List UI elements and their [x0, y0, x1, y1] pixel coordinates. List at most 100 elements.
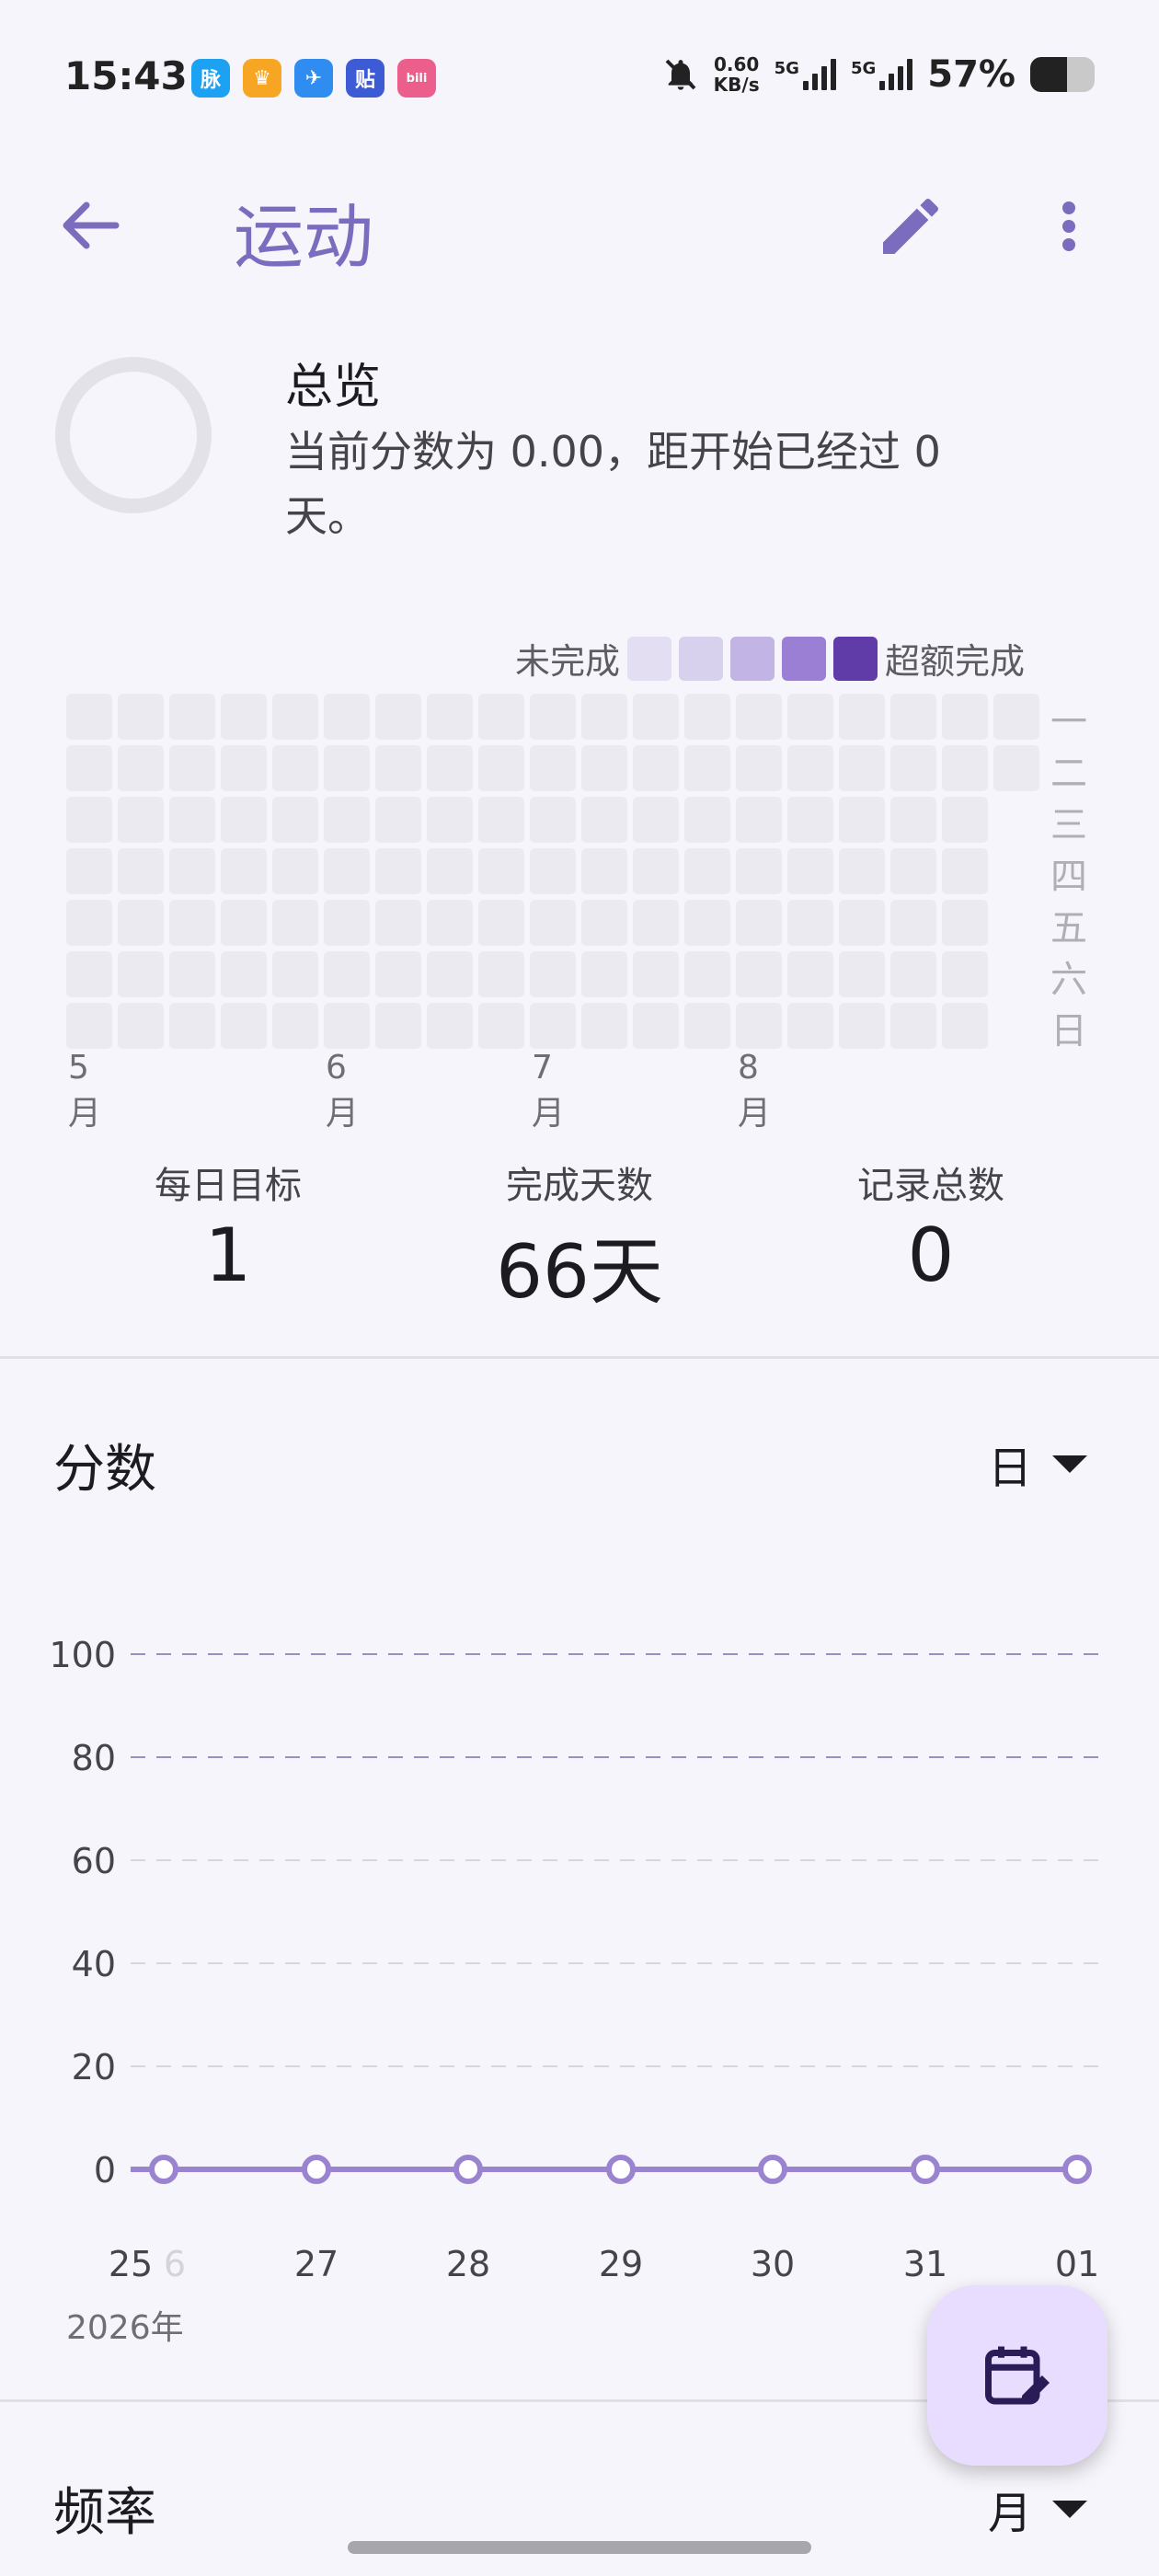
crown-app-icon: ♛	[243, 59, 281, 98]
heatmap-legend: 未完成 超额完成	[515, 633, 1025, 684]
heatmap-cell	[427, 797, 473, 843]
heatmap-cell	[736, 848, 782, 894]
heatmap-cell	[375, 797, 421, 843]
x-tick-label: 30	[751, 2244, 795, 2284]
y-tick-label: 0	[94, 2150, 116, 2191]
battery-icon	[1030, 57, 1095, 92]
notification-app-icons: 脉 ♛ ✈ 贴 bili	[191, 59, 436, 98]
heatmap-cell	[787, 1003, 833, 1049]
heatmap-cell	[633, 900, 679, 946]
heatmap-cell	[581, 745, 627, 791]
y-tick-label: 80	[72, 1738, 116, 1778]
heatmap-cell	[839, 694, 885, 740]
data-point	[1062, 2155, 1092, 2184]
month-label: 7月	[532, 1049, 566, 1133]
heatmap-cell	[581, 694, 627, 740]
page-title: 运动	[234, 196, 373, 278]
heatmap-cell	[890, 694, 936, 740]
heatmap-cell	[478, 694, 524, 740]
heatmap-cell	[169, 1003, 215, 1049]
heatmap-cell	[942, 694, 988, 740]
heatmap-cell	[530, 848, 576, 894]
heatmap-cell	[169, 745, 215, 791]
heatmap-cell	[272, 900, 318, 946]
signal-2-label: 5G	[850, 59, 877, 78]
heatmap-cell	[581, 1003, 627, 1049]
signal-1: 5G	[775, 59, 836, 90]
legend-swatch-4	[782, 636, 827, 681]
stat-value: 66天	[496, 1229, 663, 1315]
data-point	[911, 2155, 940, 2184]
legend-swatch-1	[627, 636, 672, 681]
y-tick-label: 60	[72, 1841, 116, 1881]
calendar-edit-icon	[985, 2346, 1050, 2405]
heatmap-cell	[478, 900, 524, 946]
net-speed-unit: KB/s	[713, 74, 760, 96]
heatmap-cell	[942, 797, 988, 843]
frequency-period-dropdown[interactable]: 月	[988, 2477, 1087, 2541]
frequency-section-title: 频率	[53, 2483, 156, 2543]
heatmap-cell	[66, 951, 112, 997]
heatmap-cell	[736, 797, 782, 843]
heatmap-cell	[942, 1003, 988, 1049]
edit-button[interactable]	[874, 190, 947, 263]
heatmap-cell	[684, 848, 730, 894]
heatmap-cell	[839, 1003, 885, 1049]
score-section-title: 分数	[53, 1440, 156, 1500]
score-chart: 0 20 40 60 80 100 25 27 28 29 30 31 01 6 2026年	[49, 1635, 1107, 2347]
stat-item: 完成天数 66天	[405, 1156, 754, 1319]
heatmap-cell	[684, 745, 730, 791]
heatmap-cell	[684, 1003, 730, 1049]
heatmap-cell	[530, 1003, 576, 1049]
x-tick-label: 31	[903, 2244, 947, 2284]
back-button[interactable]	[55, 193, 129, 258]
weekday-label: 三	[1050, 804, 1087, 846]
heatmap-cell	[169, 951, 215, 997]
more-options-button[interactable]	[1039, 190, 1095, 263]
heatmap-cell	[427, 694, 473, 740]
more-vert-icon	[1062, 201, 1075, 251]
stat-value: 1	[204, 1213, 252, 1298]
heatmap-cell	[530, 951, 576, 997]
dropdown-arrow-icon	[1052, 1455, 1087, 1473]
heatmap-cell	[221, 694, 267, 740]
heatmap-cell	[890, 951, 936, 997]
data-point	[149, 2155, 178, 2184]
heatmap-cell	[684, 900, 730, 946]
heatmap-cell	[118, 797, 164, 843]
heatmap-cell	[272, 951, 318, 997]
heatmap-cell	[118, 694, 164, 740]
heatmap-cell	[633, 951, 679, 997]
weekday-label: 一	[1050, 701, 1087, 743]
heatmap-cell	[221, 848, 267, 894]
heatmap-cell	[324, 951, 370, 997]
heatmap-cell	[890, 1003, 936, 1049]
heatmap-cell	[684, 797, 730, 843]
heatmap-cell	[530, 900, 576, 946]
section-divider	[0, 1356, 1159, 1359]
signal-1-label: 5G	[774, 59, 799, 78]
data-point	[758, 2155, 787, 2184]
heatmap-cell	[118, 848, 164, 894]
score-ring	[55, 357, 212, 513]
heatmap-cell	[787, 797, 833, 843]
legend-more-label: 超额完成	[885, 641, 1026, 682]
heatmap-cell	[942, 848, 988, 894]
log-entry-fab[interactable]	[927, 2285, 1107, 2466]
heatmap-cell	[375, 745, 421, 791]
score-period-dropdown[interactable]: 日	[988, 1432, 1087, 1496]
heatmap-cell	[530, 694, 576, 740]
heatmap-cell	[324, 797, 370, 843]
heatmap-cell	[272, 745, 318, 791]
heatmap-cell	[324, 694, 370, 740]
overview-title: 总览	[285, 360, 382, 415]
home-indicator[interactable]	[348, 2541, 811, 2554]
heatmap-cell	[787, 745, 833, 791]
heatmap-cell	[66, 797, 112, 843]
heatmap-cell	[839, 745, 885, 791]
heatmap-cell	[478, 1003, 524, 1049]
month-label: 6月	[326, 1049, 360, 1133]
x-tick-label: 29	[599, 2244, 643, 2284]
heatmap-cell	[427, 900, 473, 946]
legend-swatch-2	[679, 636, 724, 681]
